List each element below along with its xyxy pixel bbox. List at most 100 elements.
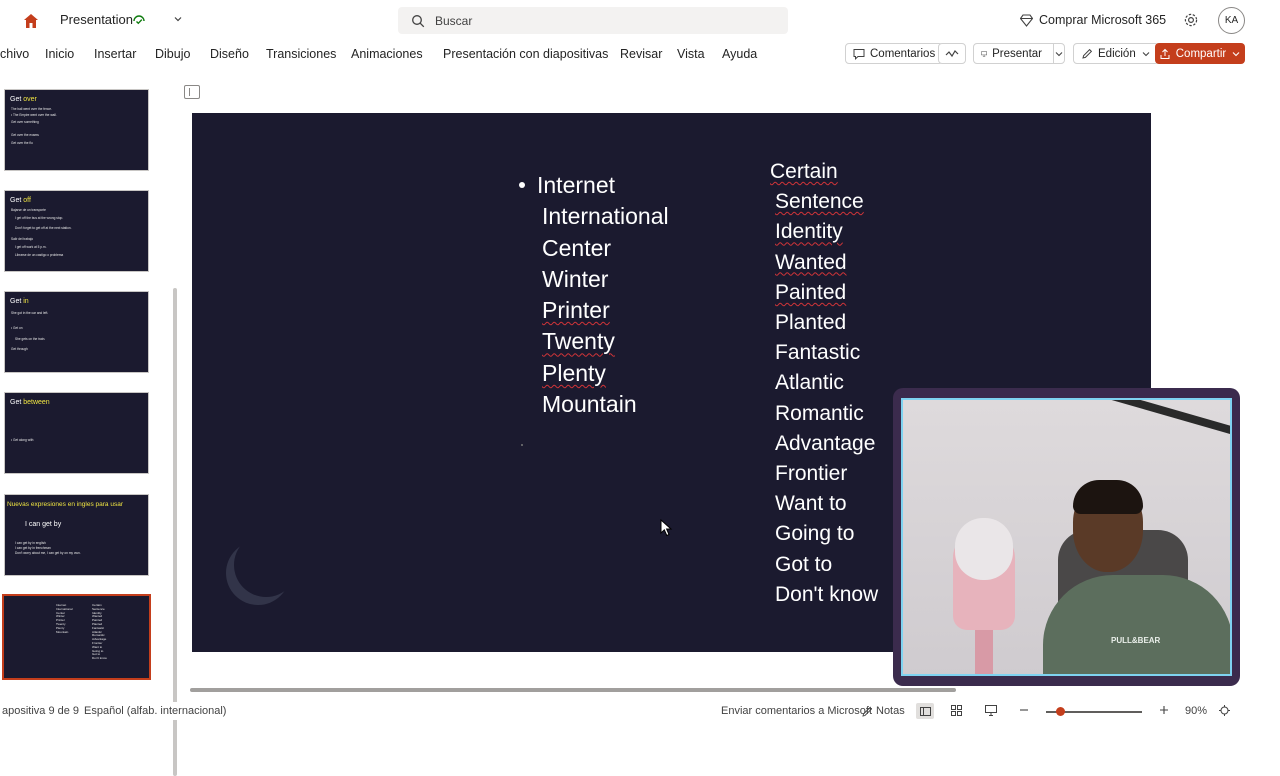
moon-decoration — [234, 533, 298, 597]
thumbnail-title: Get over — [10, 96, 37, 103]
tab-insertar[interactable]: Insertar — [94, 47, 136, 61]
word-item: Internet — [537, 172, 615, 198]
tab-presentacion[interactable]: Presentación con diapositivas — [443, 47, 608, 61]
thumbnail-title: Get off — [10, 197, 31, 204]
chevron-down-icon — [1232, 51, 1240, 56]
zoom-out-button[interactable] — [1019, 705, 1029, 715]
language-indicator[interactable]: Español (alfab. internacional) — [84, 705, 226, 717]
word-list-right[interactable]: Certain Sentence Identity Wanted Painted… — [770, 157, 878, 610]
word-item: Mountain — [542, 391, 637, 418]
chevron-down-icon — [1055, 51, 1063, 56]
slide-thumbnail-1[interactable]: Get over The ball went over the fence. •… — [4, 89, 149, 171]
comment-icon — [853, 48, 865, 60]
slideshow-view-button[interactable] — [985, 705, 997, 716]
comments-button[interactable]: Comentarios — [845, 43, 944, 64]
pencil-icon — [1082, 48, 1093, 59]
search-input[interactable] — [435, 13, 765, 28]
word-item: Fantastic — [775, 341, 861, 365]
catch-up-button[interactable] — [938, 43, 966, 64]
word-item: Sentence — [775, 190, 864, 214]
thumbnail-text: She gets on the train. — [15, 337, 46, 341]
horizontal-scrollbar[interactable] — [190, 688, 956, 692]
buy-microsoft-365-button[interactable]: Comprar Microsoft 365 — [1020, 13, 1166, 27]
slide-thumbnail-3[interactable]: Get in She got in the car and left. • Ge… — [4, 291, 149, 373]
thumbnail-text: Get over the flu — [11, 141, 33, 145]
ribbon: chivo Inicio Insertar Dibujo Diseño Tran… — [0, 40, 1280, 68]
present-label: Presentar — [992, 47, 1042, 60]
thumbnail-word: Don't know — [92, 656, 107, 661]
avatar[interactable]: KA — [1218, 7, 1245, 34]
thumbnail-column-2: Certain Sentence Identity Wanted Painted Plan… — [92, 603, 107, 661]
slide-thumbnail-2[interactable]: Get off Bajarse de un transporte I get o… — [4, 190, 149, 272]
thumbnail-text: Don't worry about me, I can get by on my… — [15, 551, 81, 555]
tab-vista[interactable]: Vista — [677, 47, 705, 61]
tab-revisar[interactable]: Revisar — [620, 47, 662, 61]
title-bar: Presentation Comprar Microsoft 365 KA — [0, 0, 1280, 40]
word-item: Winter — [542, 265, 609, 292]
gear-icon[interactable] — [1183, 12, 1199, 28]
thumbnail-text: Bajarse de un transporte — [11, 208, 46, 212]
tab-ayuda[interactable]: Ayuda — [722, 47, 757, 61]
present-icon — [981, 50, 987, 57]
feedback-link[interactable]: Enviar comentarios a Microsoft — [721, 705, 872, 717]
webcam-overlay: PULL&BEAR — [893, 388, 1240, 686]
thumbnail-text: Don't forget to get off at the next stat… — [15, 226, 72, 230]
notes-button[interactable]: Notas — [862, 705, 905, 717]
share-label: Compartir — [1175, 47, 1227, 60]
notes-label: Notas — [876, 705, 905, 717]
tab-archivo[interactable]: chivo — [0, 47, 29, 61]
tab-diseno[interactable]: Diseño — [210, 47, 249, 61]
slide-thumbnail-4[interactable]: Get between • Get along with — [4, 392, 149, 474]
bullet-icon — [519, 182, 525, 188]
word-item: Atlantic — [775, 371, 844, 395]
normal-view-button[interactable] — [916, 703, 934, 719]
word-item: Plenty — [542, 359, 606, 386]
chevron-down-icon — [1142, 51, 1150, 56]
zoom-level[interactable]: 90% — [1185, 705, 1207, 717]
saved-status-icon[interactable] — [131, 12, 147, 28]
slide-counter[interactable]: apositiva 9 de 9 — [2, 705, 79, 717]
thumbnail-column-1: Internet International Center Winter Printer… — [56, 603, 73, 634]
fit-window-icon — [1219, 705, 1230, 716]
webcam-person-hair — [1073, 480, 1143, 514]
thumbnail-text: • The Empire went over the wall. — [11, 113, 57, 117]
word-item: Identity — [775, 220, 843, 244]
status-bar: apositiva 9 de 9 Español (alfab. interna… — [0, 702, 1280, 720]
grid-icon — [951, 705, 962, 716]
tab-transiciones[interactable]: Transiciones — [266, 47, 336, 61]
search-icon — [412, 14, 425, 27]
search-box[interactable] — [398, 7, 788, 34]
thumbnail-text: • Get along with — [11, 438, 34, 442]
fit-to-window-button[interactable] — [1219, 705, 1230, 716]
tab-dibujo[interactable]: Dibujo — [155, 47, 190, 61]
tab-animaciones[interactable]: Animaciones — [351, 47, 423, 61]
zoom-slider-thumb[interactable] — [1055, 707, 1065, 716]
word-list-left[interactable]: Internet International Center Winter Pri… — [537, 170, 669, 420]
thumbnail-text: She got in the car and left. — [11, 311, 49, 315]
buy-label: Comprar Microsoft 365 — [1039, 13, 1167, 27]
chevron-down-icon[interactable] — [172, 13, 184, 25]
present-dropdown[interactable] — [1053, 44, 1064, 63]
webcam-mic-stand — [975, 628, 993, 674]
word-item: Advantage — [775, 431, 876, 455]
word-item: Got to — [775, 552, 833, 576]
word-item: Romantic — [775, 401, 864, 425]
word-item: Certain — [770, 160, 838, 183]
thumbnail-text: Get over the exams — [11, 133, 39, 137]
diamond-icon — [1020, 13, 1033, 27]
editing-label: Edición — [1098, 47, 1136, 60]
home-icon[interactable] — [20, 10, 42, 32]
tab-inicio[interactable]: Inicio — [45, 47, 74, 61]
slide-thumbnail-pane: Get over The ball went over the fence. •… — [0, 80, 180, 776]
present-button[interactable]: Presentar — [973, 43, 1065, 64]
slide-sorter-button[interactable] — [951, 705, 962, 716]
document-title[interactable]: Presentation — [60, 12, 133, 27]
slide-thumbnail-5[interactable]: Nuevas expresiones en ingles para usar I… — [4, 494, 149, 576]
share-button[interactable]: Compartir — [1155, 43, 1245, 64]
editing-mode-button[interactable]: Edición — [1073, 43, 1159, 64]
thumbnail-text: I can get by in english — [15, 541, 46, 545]
panel-toggle-icon[interactable] — [184, 85, 200, 99]
slide-thumbnail-6-selected[interactable]: Internet International Center Winter Printer… — [2, 594, 151, 680]
thumbnail-text: Salir del trabajo — [11, 237, 34, 241]
zoom-in-button[interactable] — [1159, 705, 1169, 715]
